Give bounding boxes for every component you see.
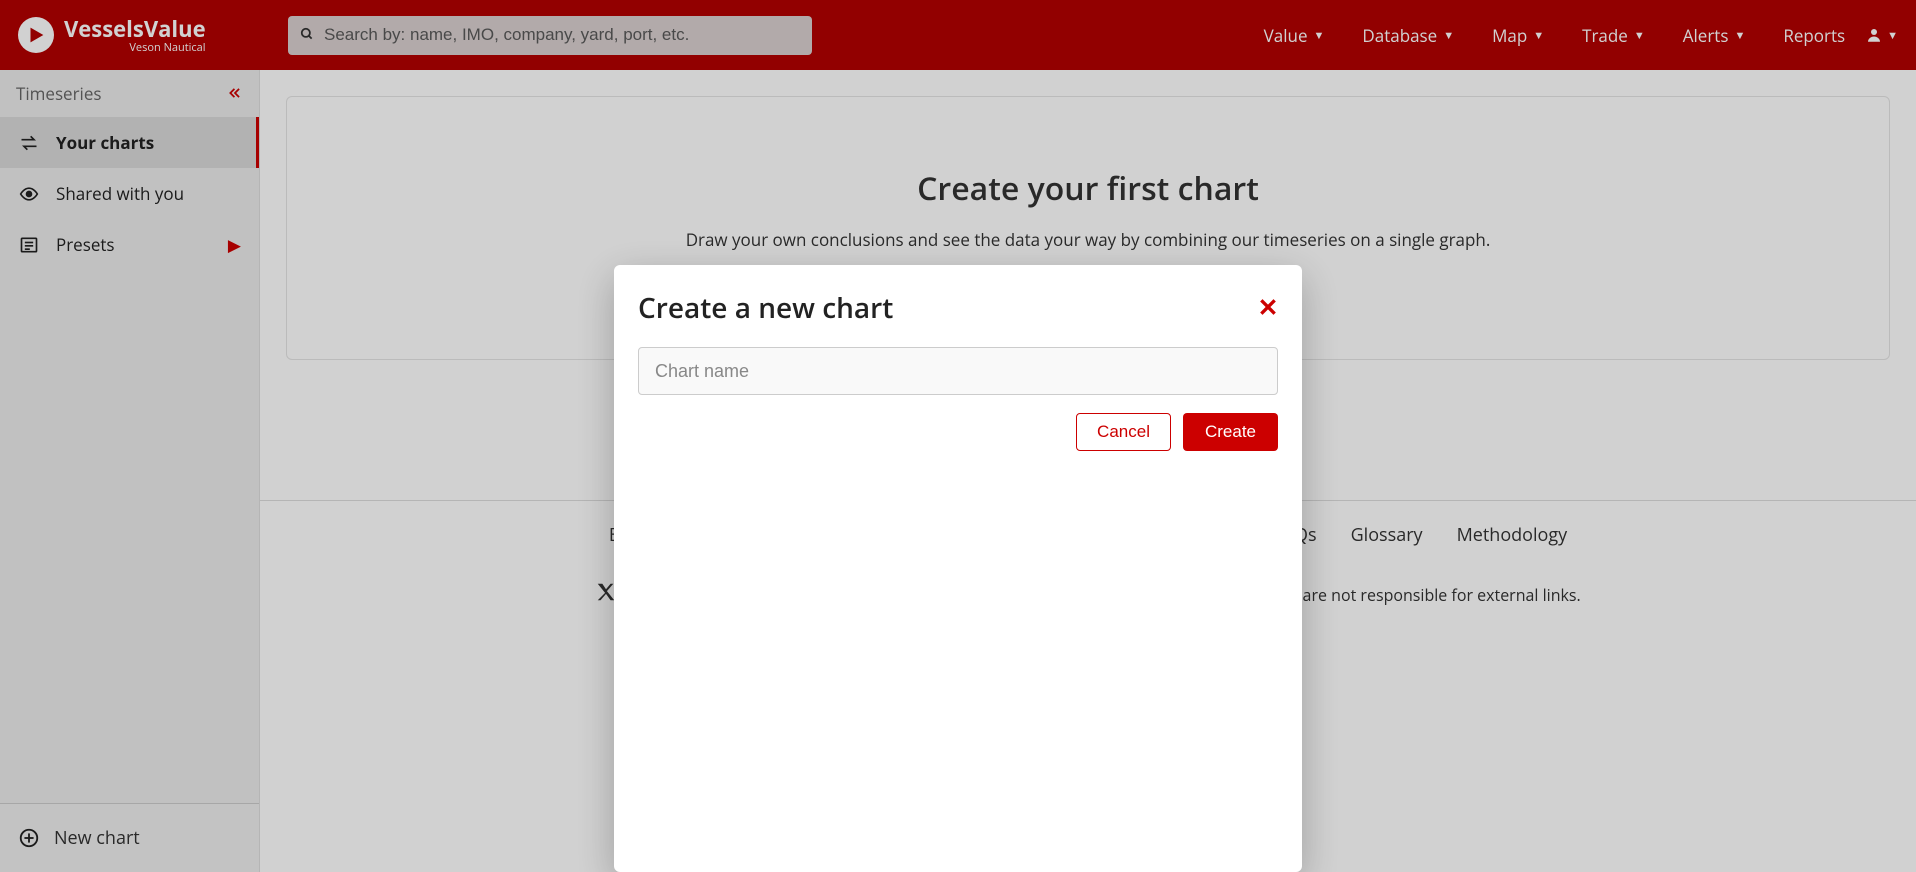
modal-title: Create a new chart <box>638 289 893 327</box>
close-icon <box>1258 297 1278 317</box>
cancel-button[interactable]: Cancel <box>1076 413 1171 451</box>
modal-overlay[interactable]: Create a new chart Cancel Create <box>0 0 1916 872</box>
create-button[interactable]: Create <box>1183 413 1278 451</box>
chart-name-input[interactable] <box>638 347 1278 395</box>
create-chart-modal: Create a new chart Cancel Create <box>614 265 1302 872</box>
modal-close-button[interactable] <box>1258 292 1278 325</box>
